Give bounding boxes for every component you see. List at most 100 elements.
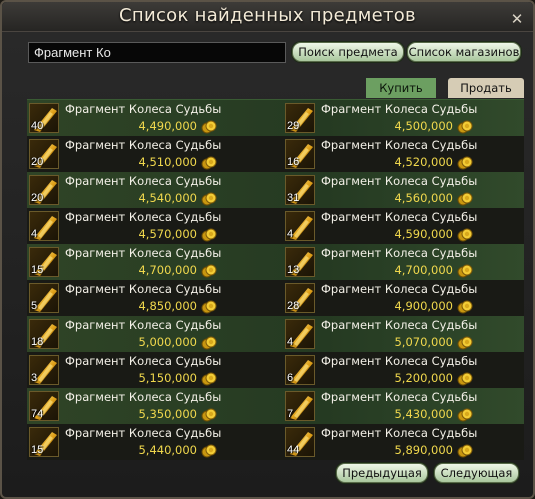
list-item[interactable]: 4 Фрагмент Колеса Судьбы 4,590,000 [283,208,533,244]
item-price: 5,890,000 [394,443,453,457]
next-page-button[interactable]: Следующая [434,463,519,483]
gold-coin-icon [457,299,473,314]
item-name: Фрагмент Колеса Судьбы [321,174,478,188]
list-item[interactable]: 31 Фрагмент Колеса Судьбы 4,560,000 [283,172,533,208]
item-price: 5,000,000 [138,335,197,349]
table-row: 18 Фрагмент Колеса Судьбы 5,000,000 4 Фрагме… [27,316,524,352]
gold-coin-icon [201,119,217,134]
item-quantity: 29 [287,120,300,132]
item-quantity: 4 [287,336,294,348]
tab-sell[interactable]: Продать [448,78,524,98]
fortune-wheel-fragment-icon[interactable]: 6 [285,355,315,385]
fortune-wheel-fragment-icon[interactable]: 13 [285,247,315,277]
table-row: 20 Фрагмент Колеса Судьбы 4,510,000 16 Фрагм… [27,136,524,172]
gold-coin-icon [457,191,473,206]
item-name: Фрагмент Колеса Судьбы [65,210,222,224]
list-item[interactable]: 20 Фрагмент Колеса Судьбы 4,540,000 [27,172,277,208]
item-price: 5,350,000 [138,407,197,421]
list-item[interactable]: 7 Фрагмент Колеса Судьбы 5,430,000 [283,388,533,424]
item-name: Фрагмент Колеса Судьбы [321,246,478,260]
shop-list-button[interactable]: Список магазинов [407,42,521,62]
list-item[interactable]: 74 Фрагмент Колеса Судьбы 5,350,000 [27,388,277,424]
item-name: Фрагмент Колеса Судьбы [65,102,222,116]
list-item[interactable]: 40 Фрагмент Колеса Судьбы 4,490,000 [27,100,277,136]
table-row: 5 Фрагмент Колеса Судьбы 4,850,000 28 Фрагме… [27,280,524,316]
item-quantity: 74 [31,408,44,420]
tab-buy[interactable]: Купить [366,78,436,98]
fortune-wheel-fragment-icon[interactable]: 40 [29,103,59,133]
item-name: Фрагмент Колеса Судьбы [65,282,222,296]
list-item[interactable]: 5 Фрагмент Колеса Судьбы 4,850,000 [27,280,277,316]
list-item[interactable]: 15 Фрагмент Колеса Судьбы 5,440,000 [27,424,277,460]
fortune-wheel-fragment-icon[interactable]: 15 [29,427,59,457]
table-row: 74 Фрагмент Колеса Судьбы 5,350,000 7 Фрагме… [27,388,524,424]
fortune-wheel-fragment-icon[interactable]: 15 [29,247,59,277]
list-item[interactable]: 13 Фрагмент Колеса Судьбы 4,700,000 [283,244,533,280]
gold-coin-icon [201,299,217,314]
fortune-wheel-fragment-icon[interactable]: 5 [29,283,59,313]
item-name: Фрагмент Колеса Судьбы [65,246,222,260]
item-price: 4,900,000 [394,299,453,313]
list-item[interactable]: 6 Фрагмент Колеса Судьбы 5,200,000 [283,352,533,388]
fortune-wheel-fragment-icon[interactable]: 29 [285,103,315,133]
item-name: Фрагмент Колеса Судьбы [65,138,222,152]
item-quantity: 15 [31,264,44,276]
fortune-wheel-fragment-icon[interactable]: 4 [285,319,315,349]
gold-coin-icon [201,155,217,170]
item-name: Фрагмент Колеса Судьбы [65,354,222,368]
item-quantity: 5 [31,300,38,312]
gold-coin-icon [201,227,217,242]
item-quantity: 18 [31,336,44,348]
item-name: Фрагмент Колеса Судьбы [321,102,478,116]
list-item[interactable]: 16 Фрагмент Колеса Судьбы 4,520,000 [283,136,533,172]
gold-coin-icon [201,191,217,206]
fortune-wheel-fragment-icon[interactable]: 18 [29,319,59,349]
window-title: Список найденных предметов [119,5,416,26]
list-item[interactable]: 18 Фрагмент Колеса Судьбы 5,000,000 [27,316,277,352]
fortune-wheel-fragment-icon[interactable]: 28 [285,283,315,313]
previous-page-button[interactable]: Предыдущая [336,463,428,483]
item-quantity: 7 [287,408,294,420]
close-icon[interactable]: ✕ [510,12,524,27]
item-name: Фрагмент Колеса Судьбы [321,138,478,152]
table-row: 15 Фрагмент Колеса Судьбы 5,440,000 44 Фрагм… [27,424,524,460]
fortune-wheel-fragment-icon[interactable]: 74 [29,391,59,421]
fortune-wheel-fragment-icon[interactable]: 7 [285,391,315,421]
item-price: 4,560,000 [394,191,453,205]
list-item[interactable]: 3 Фрагмент Колеса Судьбы 5,150,000 [27,352,277,388]
item-name: Фрагмент Колеса Судьбы [65,390,222,404]
list-item[interactable]: 4 Фрагмент Колеса Судьбы 4,570,000 [27,208,277,244]
fortune-wheel-fragment-icon[interactable]: 20 [29,175,59,205]
item-quantity: 20 [31,192,44,204]
fortune-wheel-fragment-icon[interactable]: 16 [285,139,315,169]
item-price: 4,570,000 [138,227,197,241]
fortune-wheel-fragment-icon[interactable]: 44 [285,427,315,457]
item-price: 4,510,000 [138,155,197,169]
gold-coin-icon [457,371,473,386]
search-input[interactable] [28,42,286,63]
fortune-wheel-fragment-icon[interactable]: 20 [29,139,59,169]
gold-coin-icon [457,263,473,278]
item-price: 4,520,000 [394,155,453,169]
list-item[interactable]: 28 Фрагмент Колеса Судьбы 4,900,000 [283,280,533,316]
item-quantity: 4 [31,228,38,240]
gold-coin-icon [201,371,217,386]
fortune-wheel-fragment-icon[interactable]: 31 [285,175,315,205]
list-item[interactable]: 44 Фрагмент Колеса Судьбы 5,890,000 [283,424,533,460]
list-item[interactable]: 29 Фрагмент Колеса Судьбы 4,500,000 [283,100,533,136]
list-item[interactable]: 15 Фрагмент Колеса Судьбы 4,700,000 [27,244,277,280]
gold-coin-icon [201,443,217,458]
item-search-window: Список найденных предметов ✕ Поиск предм… [0,0,535,499]
item-price: 5,430,000 [394,407,453,421]
list-item[interactable]: 20 Фрагмент Колеса Судьбы 4,510,000 [27,136,277,172]
fortune-wheel-fragment-icon[interactable]: 3 [29,355,59,385]
list-item[interactable]: 4 Фрагмент Колеса Судьбы 5,070,000 [283,316,533,352]
item-quantity: 44 [287,444,300,456]
gold-coin-icon [457,335,473,350]
table-row: 15 Фрагмент Колеса Судьбы 4,700,000 13 Фрагм… [27,244,524,280]
fortune-wheel-fragment-icon[interactable]: 4 [29,211,59,241]
search-item-button[interactable]: Поиск предмета [292,42,404,62]
item-name: Фрагмент Колеса Судьбы [321,210,478,224]
item-price: 4,500,000 [394,119,453,133]
fortune-wheel-fragment-icon[interactable]: 4 [285,211,315,241]
